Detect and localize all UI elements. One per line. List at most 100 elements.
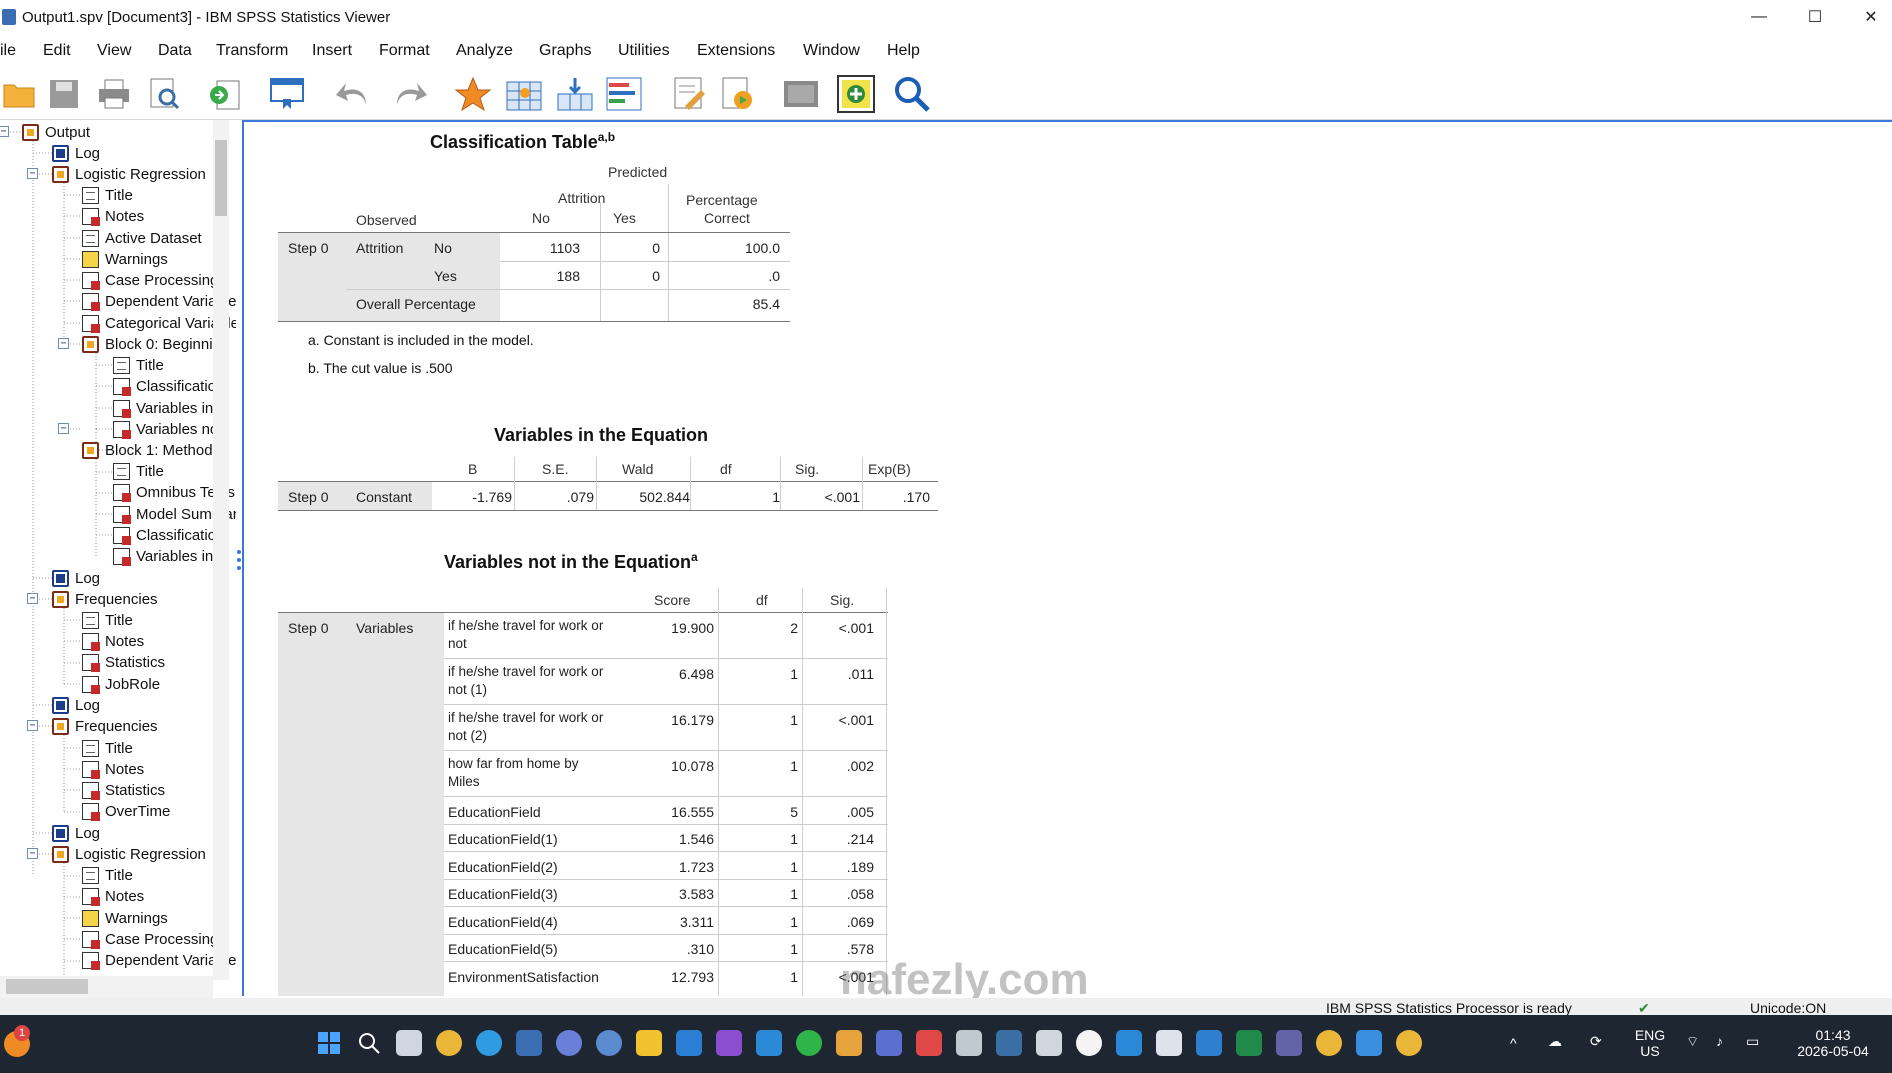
collapse-logistic2-toggle[interactable]: − <box>27 848 38 859</box>
tree-item-statistics[interactable]: Statistics <box>82 780 165 801</box>
tree-item-block0[interactable]: Block 0: Beginning <box>82 334 229 355</box>
whatsapp-icon[interactable] <box>796 1030 822 1056</box>
collapse-output-toggle[interactable]: − <box>0 126 9 137</box>
chrome-icon[interactable] <box>1396 1030 1422 1056</box>
collapse-frequencies-toggle[interactable]: − <box>27 593 38 604</box>
tree-item-title[interactable]: Title <box>82 865 133 886</box>
task-view-icon[interactable] <box>396 1030 422 1056</box>
menu-graphs[interactable]: Graphs <box>539 42 591 60</box>
search-icon[interactable] <box>893 75 931 113</box>
collapse-block0-toggle[interactable]: − <box>58 338 69 349</box>
tree-item-title[interactable]: Title <box>82 185 133 206</box>
app-icon[interactable] <box>1116 1030 1142 1056</box>
close-button[interactable]: ✕ <box>1842 0 1892 34</box>
menu-edit[interactable]: Edit <box>43 42 71 60</box>
tree-item-log[interactable]: Log <box>52 823 100 844</box>
scrollbar-thumb[interactable] <box>6 979 88 994</box>
excel-icon[interactable] <box>1236 1030 1262 1056</box>
outline-horizontal-scrollbar[interactable] <box>0 976 213 998</box>
app-icon[interactable] <box>636 1030 662 1056</box>
redo-icon[interactable] <box>391 75 429 113</box>
insert-icon[interactable] <box>837 75 875 113</box>
app-icon[interactable] <box>1156 1030 1182 1056</box>
tree-item-log[interactable]: Log <box>52 695 100 716</box>
app-icon[interactable] <box>1036 1030 1062 1056</box>
volume-icon[interactable]: ♪ <box>1716 1033 1723 1049</box>
app-icon[interactable] <box>876 1030 902 1056</box>
file-explorer-icon[interactable] <box>836 1030 862 1056</box>
goto-variable-icon[interactable] <box>556 75 594 113</box>
menu-help[interactable]: Help <box>887 42 920 60</box>
print-icon[interactable] <box>95 75 133 113</box>
tree-item-active-dataset[interactable]: Active Dataset <box>82 228 202 249</box>
tree-item-logistic-regression[interactable]: Logistic Regression <box>52 164 206 185</box>
designate-window-icon[interactable] <box>670 75 708 113</box>
export-icon[interactable] <box>206 75 244 113</box>
app-icon[interactable] <box>1076 1030 1102 1056</box>
spss-taskbar-icon[interactable] <box>516 1030 542 1056</box>
menu-data[interactable]: Data <box>158 42 192 60</box>
clock[interactable]: 01:43 2026-05-04 <box>1788 1027 1878 1059</box>
sync-icon[interactable]: ⟳ <box>1590 1033 1602 1050</box>
teams-icon[interactable] <box>1276 1030 1302 1056</box>
chevron-up-icon[interactable]: ^ <box>1510 1035 1517 1051</box>
tree-item-title[interactable]: Title <box>82 738 133 759</box>
tree-item-warnings[interactable]: Warnings <box>82 908 168 929</box>
tree-item-case-processing[interactable]: Case Processing <box>82 929 218 950</box>
recall-dialog-icon[interactable] <box>268 75 306 113</box>
tree-item-log[interactable]: Log <box>52 143 100 164</box>
tree-item-overtime[interactable]: OverTime <box>82 801 170 822</box>
chrome-icon[interactable] <box>436 1030 462 1056</box>
save-icon[interactable] <box>45 75 83 113</box>
goto-case-icon[interactable] <box>505 75 543 113</box>
content-vertical-scrollbar[interactable] <box>1876 122 1892 996</box>
edge-icon[interactable] <box>476 1030 502 1056</box>
menu-format[interactable]: Format <box>379 42 430 60</box>
app-icon[interactable] <box>676 1030 702 1056</box>
menu-analyze[interactable]: Analyze <box>456 42 513 60</box>
search-icon[interactable] <box>356 1030 382 1056</box>
app-icon[interactable] <box>556 1030 582 1056</box>
create-script-icon[interactable] <box>718 75 756 113</box>
vscode-icon[interactable] <box>756 1030 782 1056</box>
goto-data-icon[interactable] <box>454 75 492 113</box>
app-icon[interactable] <box>1196 1030 1222 1056</box>
app-icon[interactable] <box>996 1030 1022 1056</box>
battery-icon[interactable]: ▭ <box>1746 1033 1759 1050</box>
tree-item-logistic-regression[interactable]: Logistic Regression <box>52 844 206 865</box>
maximize-button[interactable]: ☐ <box>1786 0 1844 34</box>
menu-window[interactable]: Window <box>803 42 860 60</box>
wifi-icon[interactable]: ⌔ <box>1686 1033 1699 1051</box>
scrollbar-thumb[interactable] <box>215 140 227 216</box>
app-icon[interactable] <box>956 1030 982 1056</box>
tree-item-warnings[interactable]: Warnings <box>82 249 168 270</box>
chrome-icon[interactable] <box>1316 1030 1342 1056</box>
tree-item-classification[interactable]: Classification <box>113 376 224 397</box>
collapse-frequencies2-toggle[interactable]: − <box>27 720 38 731</box>
app-icon[interactable] <box>916 1030 942 1056</box>
tree-item-statistics[interactable]: Statistics <box>82 652 165 673</box>
tree-item-notes[interactable]: Notes <box>82 631 144 652</box>
menu-transform[interactable]: Transform <box>216 42 288 60</box>
tree-item-jobrole[interactable]: JobRole <box>82 674 160 695</box>
tree-item-title[interactable]: Title <box>113 355 164 376</box>
tree-item-output[interactable]: Output <box>22 122 90 143</box>
tree-item-frequencies[interactable]: Frequencies <box>52 589 158 610</box>
print-preview-icon[interactable] <box>145 75 183 113</box>
app-icon[interactable] <box>1356 1030 1382 1056</box>
tree-item-variables-in[interactable]: Variables in <box>113 398 213 419</box>
tree-item-case-processing[interactable]: Case Processing <box>82 270 218 291</box>
tree-item-frequencies[interactable]: Frequencies <box>52 716 158 737</box>
menu-file[interactable]: ile <box>0 42 16 60</box>
language-indicator[interactable]: ENG US <box>1630 1027 1670 1059</box>
cloud-icon[interactable]: ☁ <box>1548 1033 1562 1050</box>
tree-item-variables-not[interactable]: Variables not <box>113 419 222 440</box>
tree-item-variables-in[interactable]: Variables in <box>113 546 213 567</box>
undo-icon[interactable] <box>334 75 372 113</box>
collapse-logistic-toggle[interactable]: − <box>27 168 38 179</box>
tree-item-classification[interactable]: Classification <box>113 525 224 546</box>
minimize-button[interactable]: — <box>1730 0 1788 34</box>
hide-icon[interactable] <box>782 75 820 113</box>
tree-item-log[interactable]: Log <box>52 568 100 589</box>
tree-item-title[interactable]: Title <box>82 610 133 631</box>
